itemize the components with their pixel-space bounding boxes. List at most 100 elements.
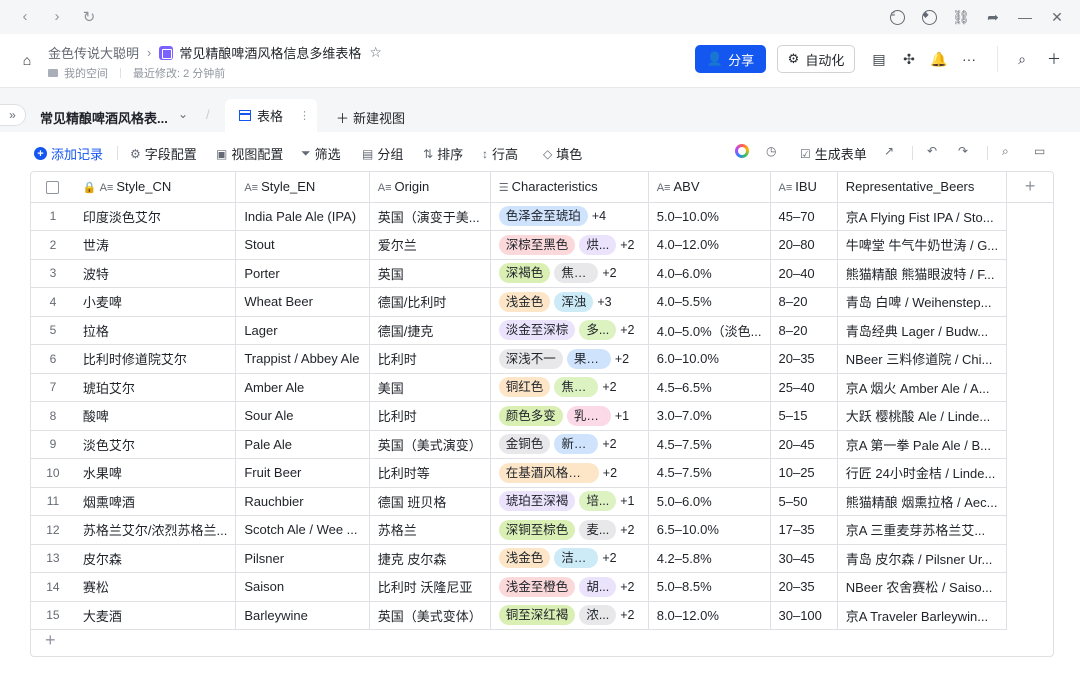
table-row[interactable]: 5 拉格 Lager 德国/捷克 淡金至深棕 多... +2 4.0–5.0%（淡色... 8–… <box>31 316 1053 345</box>
cell-style-en[interactable]: Wheat Beer <box>235 287 370 317</box>
page-title[interactable]: 常见精酿啤酒风格信息多维表格 <box>179 43 361 62</box>
cell-style-cn[interactable]: 比利时修道院艾尔 <box>74 344 237 374</box>
cell-characteristics[interactable]: 深浅不一 果香... +2 <box>490 344 649 374</box>
forward-icon[interactable]: › <box>48 8 66 26</box>
cell-representative-beers[interactable]: NBeer 农舍赛松 / Saiso... <box>837 572 1008 602</box>
row-number[interactable]: 9 <box>31 430 75 459</box>
cell-ibu[interactable]: 20–40 <box>770 259 838 288</box>
row-number[interactable]: 11 <box>31 487 75 516</box>
chevron-down-icon[interactable]: ⌄ <box>178 107 188 121</box>
cell-ibu[interactable]: 45–70 <box>770 202 838 231</box>
column-header-style-cn[interactable]: 🔒 A≡ Style_CN <box>74 172 237 203</box>
cell-characteristics[interactable]: 淡金至深棕 多... +2 <box>490 316 649 345</box>
cell-style-en[interactable]: Rauchbier <box>235 487 370 516</box>
cell-style-en[interactable]: Porter <box>235 259 370 288</box>
cell-abv[interactable]: 4.0–6.0% <box>648 259 771 288</box>
cell-abv[interactable]: 8.0–12.0% <box>648 601 771 630</box>
cell-style-cn[interactable]: 苏格兰艾尔/浓烈苏格兰... <box>74 515 237 545</box>
cell-abv[interactable]: 6.0–10.0% <box>648 344 771 374</box>
cell-representative-beers[interactable]: 大跃 樱桃酸 Ale / Linde... <box>837 401 1008 431</box>
undo-button[interactable]: ↶ <box>927 144 937 158</box>
cell-origin[interactable]: 比利时等 <box>369 458 491 488</box>
cell-representative-beers[interactable]: 京A 三重麦芽苏格兰艾... <box>837 515 1008 545</box>
cell-style-en[interactable]: Stout <box>235 230 370 260</box>
cell-style-cn[interactable]: 赛松 <box>74 572 237 602</box>
table-row[interactable]: 7琥珀艾尔Amber Ale美国铜红色焦糖麦...+24.5–6.5%25–40… <box>31 373 1053 402</box>
cell-ibu[interactable]: 20–45 <box>770 430 838 459</box>
cell-characteristics[interactable]: 深铜至棕色 麦... +2 <box>490 515 649 545</box>
add-column-button[interactable]: + <box>1006 172 1053 203</box>
table-row[interactable]: 9淡色艾尔Pale Ale英国（美式演变）金铜色新鲜花...+24.5–7.5%… <box>31 430 1053 459</box>
cell-style-en[interactable]: Sour Ale <box>235 401 370 431</box>
ai-assistant-button[interactable] <box>735 144 749 158</box>
tab-grid-view[interactable]: 表格 ⋮ <box>225 99 317 132</box>
template-icon[interactable]: ▤ <box>870 50 888 68</box>
cell-style-en[interactable]: Scotch Ale / Wee ... <box>235 515 370 545</box>
cell-characteristics[interactable]: 琥珀至深褐 培... +1 <box>490 487 649 516</box>
cell-abv[interactable]: 4.5–6.5% <box>648 373 771 402</box>
column-header-representative-beers[interactable]: Representative_Beers <box>837 172 1008 203</box>
cell-origin[interactable]: 比利时 <box>369 344 491 374</box>
table-row[interactable]: 11 烟熏啤酒 Rauchbier 德国 班贝格 琥珀至深褐 培... +1 5.0–6.0%… <box>31 487 1053 516</box>
cell-representative-beers[interactable]: 青岛 白啤 / Weihenstep... <box>837 287 1008 317</box>
cell-style-cn[interactable]: 世涛 <box>74 230 237 260</box>
minimize-icon[interactable]: — <box>1016 8 1034 26</box>
cell-ibu[interactable]: 10–25 <box>770 458 838 488</box>
cell-characteristics[interactable]: 浅金至橙色 胡... +2 <box>490 572 649 602</box>
cell-characteristics[interactable]: 深褐色焦糖与...+2 <box>490 259 649 288</box>
table-row[interactable]: 1 印度淡色艾尔 India Pale Ale (IPA) 英国（演变于美... 色泽金… <box>31 202 1053 231</box>
table-row[interactable]: 13皮尔森Pilsner捷克 皮尔森浅金色洁净麦...+24.2–5.8%30–… <box>31 544 1053 573</box>
cell-ibu[interactable]: 17–35 <box>770 515 838 545</box>
row-number[interactable]: 13 <box>31 544 75 573</box>
column-header-origin[interactable]: A≡ Origin <box>369 172 491 203</box>
cell-origin[interactable]: 德国 班贝格 <box>369 487 491 516</box>
cell-representative-beers[interactable]: 青岛 皮尔森 / Pilsner Ur... <box>837 544 1008 573</box>
cell-characteristics[interactable]: 浅金色 浑浊 +3 <box>490 287 649 317</box>
refresh-icon[interactable]: ↻ <box>80 8 98 26</box>
expand-sidebar-icon[interactable]: » <box>0 104 26 126</box>
cell-style-en[interactable]: Amber Ale <box>235 373 370 402</box>
cell-style-cn[interactable]: 大麦酒 <box>74 601 237 630</box>
row-number[interactable]: 15 <box>31 601 75 630</box>
cell-origin[interactable]: 苏格兰 <box>369 515 491 545</box>
cell-abv[interactable]: 5.0–6.0% <box>648 487 771 516</box>
table-row[interactable]: 15 大麦酒 Barleywine 英国（美式变体） 铜至深红褐 浓... +2 8.0–12… <box>31 601 1053 630</box>
plus-icon[interactable]: ＋ <box>1045 50 1063 68</box>
cell-characteristics[interactable]: 浅金色洁净麦...+2 <box>490 544 649 573</box>
more-icon[interactable]: ··· <box>960 50 978 68</box>
cell-style-en[interactable]: Trappist / Abbey Ale <box>235 344 370 374</box>
search-icon[interactable]: ⌕ <box>1013 50 1031 68</box>
back-icon[interactable]: ‹ <box>16 8 34 26</box>
share-button[interactable]: 👤 分享 <box>695 45 766 73</box>
forward-share-icon[interactable]: ➦ <box>984 8 1002 26</box>
cell-origin[interactable]: 英国（美式变体） <box>369 601 491 630</box>
cell-abv[interactable]: 5.0–8.5% <box>648 572 771 602</box>
star-icon[interactable]: ☆ <box>369 44 382 61</box>
cell-ibu[interactable]: 20–35 <box>770 572 838 602</box>
share-view-button[interactable]: ↗ <box>884 144 894 158</box>
table-row[interactable]: 6 比利时修道院艾尔 Trappist / Abbey Ale 比利时 深浅不一 果香..… <box>31 344 1053 374</box>
cell-representative-beers[interactable]: NBeer 三料修道院 / Chi... <box>837 344 1008 374</box>
history-button[interactable]: ◷ <box>766 144 776 158</box>
fill-color-button[interactable]: ◇ 填色 <box>543 144 582 163</box>
row-number[interactable]: 10 <box>31 458 75 488</box>
cell-origin[interactable]: 美国 <box>369 373 491 402</box>
generate-form-button[interactable]: ☑ 生成表单 <box>800 144 867 163</box>
cell-abv[interactable]: 4.0–5.5% <box>648 287 771 317</box>
cell-style-cn[interactable]: 印度淡色艾尔 <box>74 202 237 231</box>
cell-characteristics[interactable]: 铜红色焦糖麦...+2 <box>490 373 649 402</box>
row-number[interactable]: 4 <box>31 287 75 317</box>
cell-style-cn[interactable]: 酸啤 <box>74 401 237 431</box>
view-config-button[interactable]: ▣ 视图配置 <box>216 144 283 163</box>
cell-style-en[interactable]: India Pale Ale (IPA) <box>235 202 370 231</box>
cell-origin[interactable]: 英国（美式演变） <box>369 430 491 459</box>
row-number[interactable]: 7 <box>31 373 75 402</box>
cell-ibu[interactable]: 30–100 <box>770 601 838 630</box>
add-row-button[interactable]: + <box>45 630 56 651</box>
cell-representative-beers[interactable]: 京A Flying Fist IPA / Sto... <box>837 202 1008 231</box>
automation-button[interactable]: ⚙ 自动化 <box>777 45 855 73</box>
cell-style-en[interactable]: Pilsner <box>235 544 370 573</box>
plugin-icon[interactable]: ✣ <box>900 50 918 68</box>
cell-ibu[interactable]: 5–50 <box>770 487 838 516</box>
column-header-style-en[interactable]: A≡ Style_EN <box>235 172 370 203</box>
